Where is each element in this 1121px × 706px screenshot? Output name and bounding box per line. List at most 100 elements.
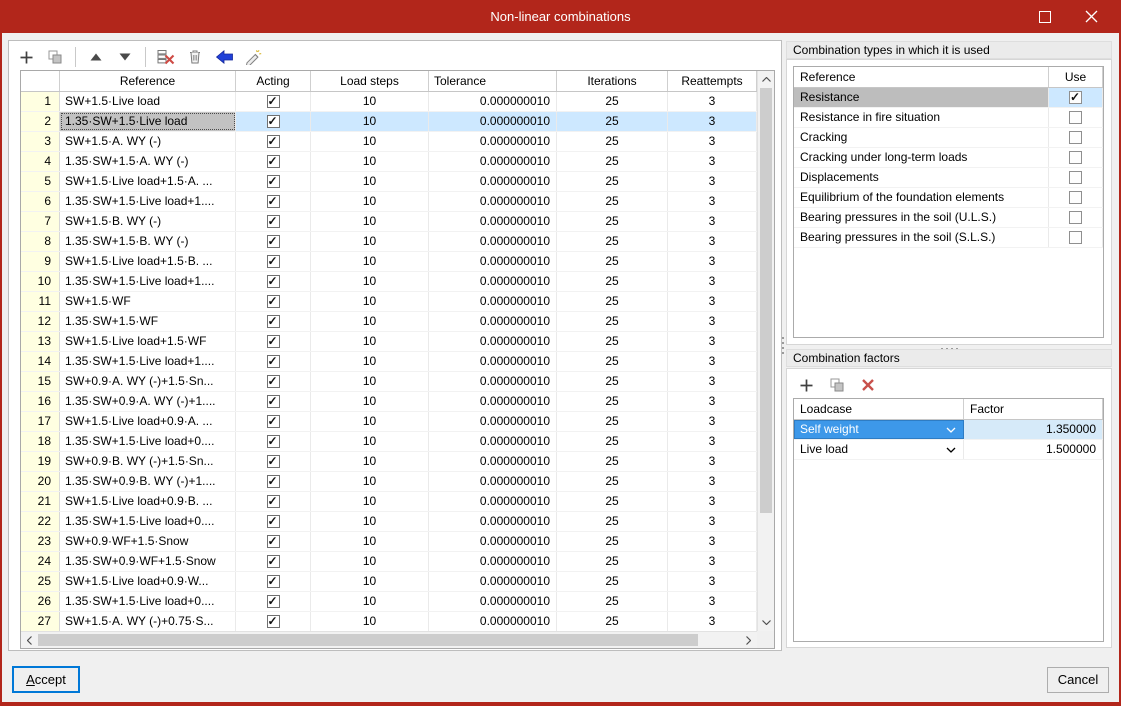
acting-cell[interactable] (236, 552, 311, 571)
use-checkbox[interactable] (1069, 111, 1082, 124)
acting-checkbox[interactable] (266, 135, 280, 148)
combination-row[interactable]: 23 SW+0.9·WF+1.5·Snow 10 0.000000010 25 … (21, 532, 757, 552)
acting-cell[interactable] (236, 512, 311, 531)
load-steps-cell[interactable]: 10 (311, 412, 429, 431)
reattempts-cell[interactable]: 3 (668, 472, 757, 491)
tolerance-cell[interactable]: 0.000000010 (429, 312, 557, 331)
reattempts-cell[interactable]: 3 (668, 232, 757, 251)
combination-row[interactable]: 1 SW+1.5·Live load 10 0.000000010 25 3 (21, 92, 757, 112)
iterations-cell[interactable]: 25 (557, 372, 668, 391)
acting-checkbox[interactable] (266, 115, 280, 128)
use-checkbox[interactable] (1069, 91, 1082, 104)
copy-combination-button[interactable] (44, 46, 66, 68)
combination-row[interactable]: 2 1.35·SW+1.5·Live load 10 0.000000010 2… (21, 112, 757, 132)
move-down-button[interactable] (114, 46, 136, 68)
reference-cell[interactable]: 1.35·SW+1.5·A. WY (-) (60, 152, 236, 171)
tolerance-cell[interactable]: 0.000000010 (429, 92, 557, 111)
iterations-cell[interactable]: 25 (557, 92, 668, 111)
reattempts-cell[interactable]: 3 (668, 392, 757, 411)
use-checkbox[interactable] (1069, 151, 1082, 164)
iterations-cell[interactable]: 25 (557, 432, 668, 451)
combination-type-row[interactable]: Cracking (794, 128, 1103, 148)
reattempts-cell[interactable]: 3 (668, 412, 757, 431)
type-reference-cell[interactable]: Resistance in fire situation (794, 108, 1049, 127)
iterations-cell[interactable]: 25 (557, 272, 668, 291)
use-checkbox[interactable] (1069, 231, 1082, 244)
combination-row[interactable]: 6 1.35·SW+1.5·Live load+1.... 10 0.00000… (21, 192, 757, 212)
tolerance-cell[interactable]: 0.000000010 (429, 492, 557, 511)
use-checkbox[interactable] (1069, 211, 1082, 224)
acting-checkbox[interactable] (266, 395, 280, 408)
vertical-scrollbar[interactable] (757, 71, 774, 631)
reference-cell[interactable]: SW+0.9·B. WY (-)+1.5·Sn... (60, 452, 236, 471)
row-number-cell[interactable]: 26 (21, 592, 60, 611)
acting-cell[interactable] (236, 472, 311, 491)
combination-row[interactable]: 4 1.35·SW+1.5·A. WY (-) 10 0.000000010 2… (21, 152, 757, 172)
row-number-cell[interactable]: 6 (21, 192, 60, 211)
iterations-cell[interactable]: 25 (557, 612, 668, 631)
acting-checkbox[interactable] (266, 475, 280, 488)
acting-cell[interactable] (236, 132, 311, 151)
acting-cell[interactable] (236, 252, 311, 271)
reference-cell[interactable]: SW+1.5·B. WY (-) (60, 212, 236, 231)
row-number-cell[interactable]: 12 (21, 312, 60, 331)
reference-cell[interactable]: SW+1.5·Live load+0.9·B. ... (60, 492, 236, 511)
reattempts-cell[interactable]: 3 (668, 572, 757, 591)
type-reference-cell[interactable]: Cracking under long-term loads (794, 148, 1049, 167)
reference-cell[interactable]: SW+1.5·Live load (60, 92, 236, 111)
row-number-cell[interactable]: 9 (21, 252, 60, 271)
row-number-cell[interactable]: 11 (21, 292, 60, 311)
type-reference-cell[interactable]: Equilibrium of the foundation elements (794, 188, 1049, 207)
acting-cell[interactable] (236, 412, 311, 431)
tolerance-cell[interactable]: 0.000000010 (429, 572, 557, 591)
combination-row[interactable]: 16 1.35·SW+0.9·A. WY (-)+1.... 10 0.0000… (21, 392, 757, 412)
reattempts-cell[interactable]: 3 (668, 512, 757, 531)
acting-checkbox[interactable] (266, 235, 280, 248)
reattempts-cell[interactable]: 3 (668, 112, 757, 131)
row-number-cell[interactable]: 17 (21, 412, 60, 431)
acting-checkbox[interactable] (266, 455, 280, 468)
load-steps-cell[interactable]: 10 (311, 432, 429, 451)
reattempts-cell[interactable]: 3 (668, 432, 757, 451)
type-reference-cell[interactable]: Resistance (794, 88, 1049, 107)
scroll-left-arrow[interactable] (21, 632, 38, 648)
acting-cell[interactable] (236, 572, 311, 591)
load-steps-cell[interactable]: 10 (311, 372, 429, 391)
row-number-cell[interactable]: 19 (21, 452, 60, 471)
reattempts-cell[interactable]: 3 (668, 612, 757, 631)
type-use-cell[interactable] (1049, 228, 1103, 247)
acting-checkbox[interactable] (266, 315, 280, 328)
acting-cell[interactable] (236, 212, 311, 231)
reference-cell[interactable]: SW+1.5·A. WY (-)+0.75·S... (60, 612, 236, 631)
load-steps-cell[interactable]: 10 (311, 312, 429, 331)
reference-cell[interactable]: SW+0.9·A. WY (-)+1.5·Sn... (60, 372, 236, 391)
combination-row[interactable]: 8 1.35·SW+1.5·B. WY (-) 10 0.000000010 2… (21, 232, 757, 252)
row-number-cell[interactable]: 4 (21, 152, 60, 171)
load-steps-cell[interactable]: 10 (311, 172, 429, 191)
row-number-cell[interactable]: 23 (21, 532, 60, 551)
reference-cell[interactable]: SW+1.5·Live load+1.5·WF (60, 332, 236, 351)
iterations-cell[interactable]: 25 (557, 152, 668, 171)
row-number-cell[interactable]: 15 (21, 372, 60, 391)
tolerance-cell[interactable]: 0.000000010 (429, 552, 557, 571)
load-steps-cell[interactable]: 10 (311, 232, 429, 251)
tolerance-cell[interactable]: 0.000000010 (429, 532, 557, 551)
load-steps-cell[interactable]: 10 (311, 192, 429, 211)
combination-row[interactable]: 11 SW+1.5·WF 10 0.000000010 25 3 (21, 292, 757, 312)
load-steps-cell[interactable]: 10 (311, 392, 429, 411)
move-up-button[interactable] (85, 46, 107, 68)
factor-row[interactable]: Live load 1.500000 (794, 440, 1103, 460)
reference-cell[interactable]: 1.35·SW+1.5·Live load+0.... (60, 432, 236, 451)
combination-type-row[interactable]: Bearing pressures in the soil (U.L.S.) (794, 208, 1103, 228)
reference-cell[interactable]: 1.35·SW+1.5·B. WY (-) (60, 232, 236, 251)
reference-cell[interactable]: 1.35·SW+1.5·Live load+0.... (60, 512, 236, 531)
combination-row[interactable]: 7 SW+1.5·B. WY (-) 10 0.000000010 25 3 (21, 212, 757, 232)
delete-rows-button[interactable] (155, 46, 177, 68)
tolerance-cell[interactable]: 0.000000010 (429, 332, 557, 351)
iterations-cell[interactable]: 25 (557, 472, 668, 491)
row-number-cell[interactable]: 13 (21, 332, 60, 351)
reference-cell[interactable]: SW+1.5·Live load+1.5·B. ... (60, 252, 236, 271)
add-factor-button[interactable] (795, 374, 817, 396)
reference-cell[interactable]: SW+1.5·Live load+1.5·A. ... (60, 172, 236, 191)
tolerance-cell[interactable]: 0.000000010 (429, 452, 557, 471)
